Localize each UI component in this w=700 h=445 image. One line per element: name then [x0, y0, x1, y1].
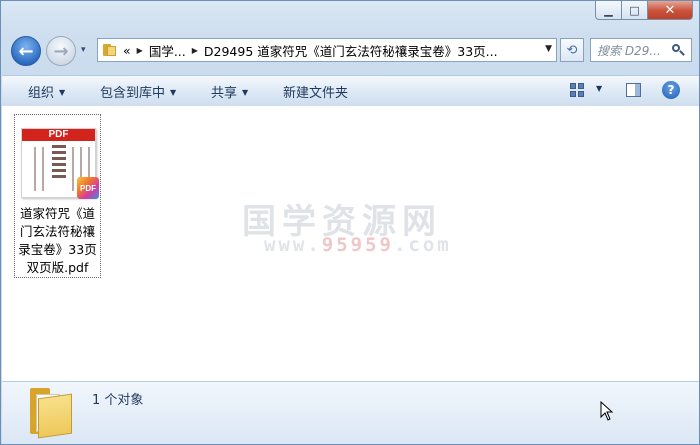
search-placeholder: 搜索 D29...	[597, 43, 661, 58]
breadcrumb-overflow[interactable]: «	[123, 43, 131, 58]
breadcrumb-item-current[interactable]: D29495 道家符咒《道门玄法符秘禳录宝卷》33页...	[204, 41, 498, 60]
caret-down-icon: ▼	[242, 88, 249, 97]
file-item[interactable]: PDF PDF 道家符咒《道门玄法符秘禳录宝卷》33页双页版.pdf	[14, 114, 101, 278]
search-input[interactable]: 搜索 D29...	[590, 38, 692, 62]
chevron-down-icon: ▾	[81, 45, 86, 55]
new-folder-label: 新建文件夹	[283, 86, 349, 101]
include-in-library-label: 包含到库中	[100, 86, 166, 101]
folder-icon	[103, 44, 117, 56]
breadcrumb-item[interactable]: 国学...	[149, 41, 186, 60]
thumbnail-banner: PDF	[22, 129, 95, 141]
address-bar[interactable]: « ▶ 国学... ▶ D29495 道家符咒《道门玄法符秘禳录宝卷》33页..…	[97, 38, 557, 62]
change-view-icon[interactable]	[570, 83, 584, 97]
minimize-button[interactable]: ▁	[595, 1, 622, 20]
details-pane: 1 个对象	[2, 381, 699, 444]
window-controls: ▁ □ ✕	[595, 1, 693, 20]
chevron-right-icon: ▶	[136, 45, 143, 55]
back-button[interactable]: ←	[11, 36, 41, 66]
folder-icon	[30, 388, 74, 439]
explorer-window: ▁ □ ✕ ← → ▾ « ▶ 国学... ▶ D29495 道家符咒《道门玄法…	[0, 0, 700, 445]
more-options-dropdown[interactable]: ▼	[596, 84, 602, 93]
preview-pane-icon[interactable]	[626, 83, 641, 97]
help-icon[interactable]: ?	[662, 81, 680, 99]
refresh-icon: ⟲	[566, 42, 578, 58]
caret-down-icon: ▼	[170, 88, 177, 97]
file-list-pane[interactable]: 国学资源网 www.95959.com PDF PDF 道家符咒《道门玄法符秘禳…	[2, 106, 699, 381]
chevron-right-icon: ▶	[191, 45, 198, 55]
recent-pages-dropdown[interactable]: ▾	[81, 45, 86, 55]
search-icon	[672, 43, 685, 57]
share-label: 共享	[211, 86, 238, 101]
file-name[interactable]: 道家符咒《道门玄法符秘禳录宝卷》33页双页版.pdf	[15, 205, 100, 277]
organize-menu[interactable]: 组织 ▼	[28, 82, 65, 101]
caret-down-icon: ▼	[59, 88, 66, 97]
arrow-right-icon: →	[53, 40, 69, 62]
share-menu[interactable]: 共享 ▼	[211, 82, 248, 101]
chevron-down-icon[interactable]: ▼	[545, 44, 552, 54]
arrow-left-icon: ←	[18, 40, 34, 62]
new-folder-button[interactable]: 新建文件夹	[283, 82, 348, 101]
pdf-icon: PDF	[77, 177, 99, 199]
organize-label: 组织	[28, 86, 55, 101]
close-button[interactable]: ✕	[648, 1, 693, 20]
forward-button[interactable]: →	[46, 36, 76, 66]
refresh-button[interactable]: ⟲	[560, 38, 584, 62]
command-bar: 组织 ▼ 包含到库中 ▼ 共享 ▼ 新建文件夹 ▼ ?	[2, 75, 699, 107]
include-in-library-menu[interactable]: 包含到库中 ▼	[100, 82, 176, 101]
watermark-url: www.95959.com	[264, 234, 452, 256]
mouse-cursor-icon	[600, 401, 614, 421]
item-count: 1 个对象	[92, 393, 144, 408]
maximize-button[interactable]: □	[622, 1, 648, 20]
